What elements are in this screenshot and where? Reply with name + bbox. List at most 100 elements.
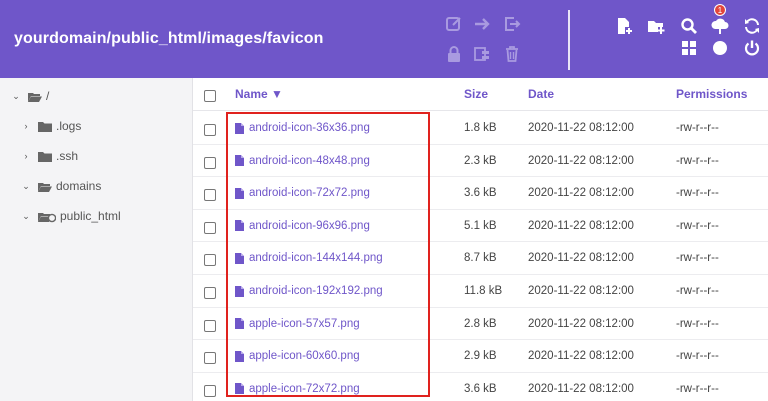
table-row[interactable]: android-icon-96x96.png 5.1 kB 2020-11-22 0…: [193, 210, 768, 243]
row-checkbox[interactable]: [204, 124, 216, 136]
file-name-link[interactable]: android-icon-96x96.png: [235, 220, 370, 232]
chevron-right-icon[interactable]: ›: [20, 121, 32, 131]
file-name-link[interactable]: android-icon-192x192.png: [235, 285, 383, 297]
archive-icon[interactable]: [472, 44, 492, 64]
row-checkbox[interactable]: [204, 254, 216, 267]
row-checkbox[interactable]: [204, 189, 216, 202]
file-date: 2020-11-22 08:12:00: [528, 219, 634, 232]
file-name-link[interactable]: apple-icon-60x60.png: [235, 350, 360, 362]
file-size: 1.8 kB: [464, 122, 497, 134]
tree-item-ssh[interactable]: › .ssh: [20, 147, 79, 165]
table-row[interactable]: apple-icon-60x60.png 2.9 kB 2020-11-22 08:…: [193, 340, 768, 373]
file-permissions: -rw-r--r--: [676, 350, 719, 363]
tree-item-label: /: [46, 89, 50, 103]
row-checkbox[interactable]: [204, 384, 216, 397]
file-name-link[interactable]: android-icon-144x144.png: [235, 252, 383, 264]
search-icon[interactable]: [679, 16, 699, 36]
file-date: 2020-11-22 08:12:00: [528, 350, 634, 363]
file-name-link[interactable]: android-icon-48x48.png: [235, 155, 370, 167]
open-folder-icon: [38, 181, 52, 192]
file-permissions: -rw-r--r--: [676, 252, 719, 265]
row-checkbox[interactable]: [204, 352, 216, 365]
table-row[interactable]: android-icon-192x192.png 11.8 kB 2020-11-2…: [193, 275, 768, 308]
file-permissions: -rw-r--r--: [676, 154, 719, 167]
table-row[interactable]: apple-icon-72x72.png 3.6 kB 2020-11-22 08:…: [193, 373, 768, 401]
new-file-icon[interactable]: [614, 16, 634, 36]
power-icon[interactable]: [742, 38, 762, 58]
file-name: apple-icon-72x72.png: [249, 382, 360, 395]
file-size: 3.6 kB: [464, 187, 497, 200]
file-permissions: -rw-r--r--: [676, 122, 719, 134]
row-checkbox[interactable]: [204, 221, 216, 234]
tree-item-domains[interactable]: ⌄ domains: [20, 177, 101, 195]
row-checkbox[interactable]: [204, 287, 216, 299]
file-name-link[interactable]: apple-icon-72x72.png: [235, 383, 360, 395]
tree-item-label: domains: [56, 179, 102, 193]
file-size: 2.8 kB: [464, 317, 497, 330]
column-permissions[interactable]: Permissions: [676, 87, 747, 101]
table-row[interactable]: android-icon-72x72.png 3.6 kB 2020-11-22 0…: [193, 177, 768, 210]
file-name-link[interactable]: android-icon-36x36.png: [235, 122, 370, 134]
file-date: 2020-11-22 08:12:00: [528, 187, 634, 200]
new-folder-icon[interactable]: [646, 16, 666, 36]
file-size: 11.8 kB: [464, 285, 503, 297]
exit-icon[interactable]: [502, 14, 522, 34]
chevron-down-icon[interactable]: ⌄: [20, 211, 32, 222]
file-permissions: -rw-r--r--: [676, 187, 719, 200]
file-icon: [235, 350, 244, 362]
current-path: yourdomain/public_html/images/favicon: [14, 30, 324, 47]
chevron-down-icon[interactable]: ⌄: [10, 91, 22, 102]
chevron-right-icon[interactable]: ›: [20, 151, 32, 161]
table-row[interactable]: android-icon-36x36.png 1.8 kB 2020-11-22 0…: [193, 112, 768, 145]
column-name[interactable]: Name ▼: [235, 87, 283, 101]
tree-item-label: public_html: [60, 209, 121, 223]
folder-icon: [38, 151, 52, 162]
file-icon: [235, 285, 244, 297]
file-name-link[interactable]: apple-icon-57x57.png: [235, 318, 360, 330]
edit-icon[interactable]: [444, 14, 464, 34]
grid-icon[interactable]: [679, 38, 699, 58]
toolbar-divider: [568, 10, 570, 70]
upload-icon[interactable]: [710, 16, 730, 36]
table-header: Name ▼ Size Date Permissions: [193, 78, 768, 111]
folder-tree-sidebar: ⌄ / › .logs › .ssh ⌄ domains ⌄ public_ht…: [0, 78, 193, 401]
file-icon: [235, 383, 244, 395]
folder-icon: [38, 121, 52, 132]
globe-folder-icon: [38, 211, 57, 222]
column-date[interactable]: Date: [528, 87, 554, 101]
table-row[interactable]: apple-icon-57x57.png 2.8 kB 2020-11-22 08:…: [193, 308, 768, 341]
file-icon: [235, 220, 244, 232]
trash-icon[interactable]: [502, 44, 522, 64]
file-name: android-icon-144x144.png: [249, 252, 383, 265]
select-all-checkbox[interactable]: [204, 90, 216, 102]
file-size: 2.3 kB: [464, 154, 497, 167]
globe-icon[interactable]: [710, 38, 730, 58]
row-checkbox[interactable]: [204, 156, 216, 169]
top-bar: yourdomain/public_html/images/favicon 1: [0, 0, 768, 78]
lock-icon[interactable]: [444, 44, 464, 64]
file-icon: [235, 187, 244, 199]
file-size: 3.6 kB: [464, 382, 497, 395]
table-row[interactable]: android-icon-48x48.png 2.3 kB 2020-11-22 0…: [193, 145, 768, 178]
file-date: 2020-11-22 08:12:00: [528, 285, 634, 297]
file-date: 2020-11-22 08:12:00: [528, 252, 634, 265]
file-icon: [235, 122, 244, 134]
tree-item-label: .ssh: [56, 149, 79, 163]
file-date: 2020-11-22 08:12:00: [528, 382, 634, 395]
tree-item-logs[interactable]: › .logs: [20, 117, 82, 135]
tree-item-root[interactable]: ⌄ /: [10, 87, 49, 105]
file-name: apple-icon-60x60.png: [249, 350, 360, 363]
chevron-down-icon[interactable]: ⌄: [20, 181, 32, 192]
file-name: android-icon-72x72.png: [249, 187, 370, 200]
open-folder-icon: [28, 91, 42, 102]
file-name-link[interactable]: android-icon-72x72.png: [235, 187, 370, 199]
row-checkbox[interactable]: [204, 319, 216, 332]
table-row[interactable]: android-icon-144x144.png 8.7 kB 2020-11-22…: [193, 242, 768, 275]
column-size[interactable]: Size: [464, 87, 488, 101]
file-permissions: -rw-r--r--: [676, 317, 719, 330]
file-table: Name ▼ Size Date Permissions android-ico…: [193, 78, 768, 401]
refresh-icon[interactable]: [742, 16, 762, 36]
tree-item-public-html[interactable]: ⌄ public_html: [20, 207, 121, 225]
move-icon[interactable]: [472, 14, 492, 34]
file-date: 2020-11-22 08:12:00: [528, 317, 634, 330]
